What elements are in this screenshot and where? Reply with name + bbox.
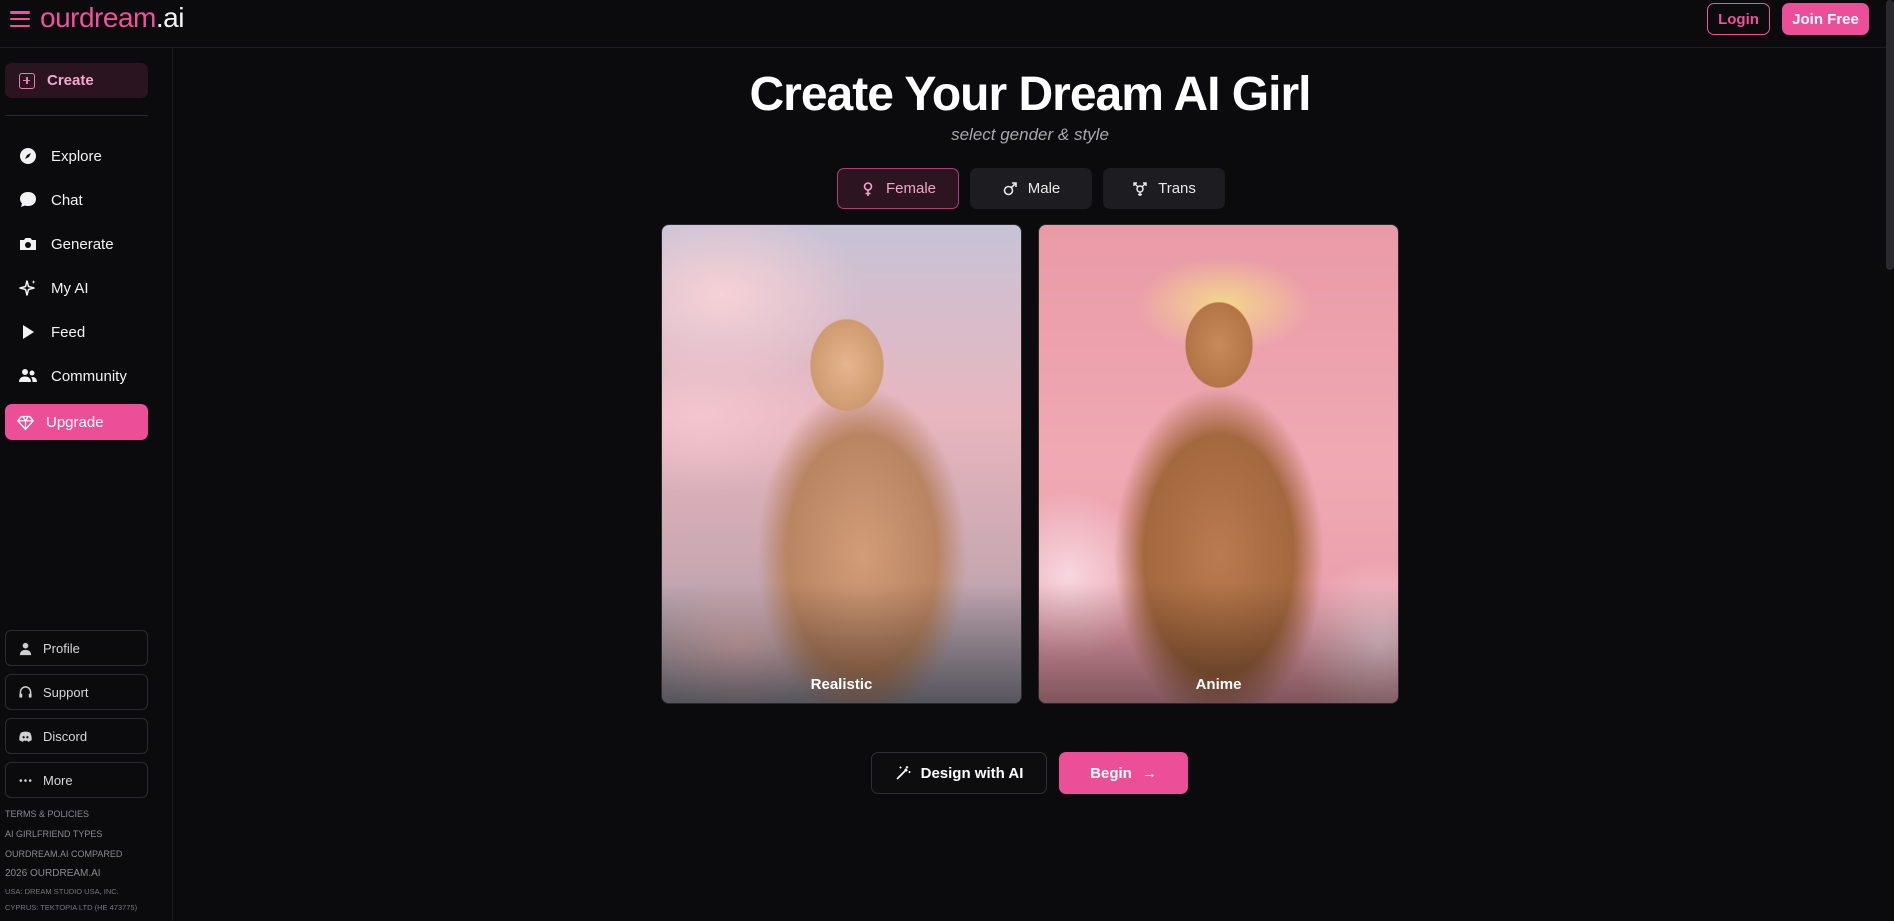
hamburger-menu-icon[interactable] <box>10 11 30 27</box>
brand-logo[interactable]: ourdream.ai <box>40 2 184 34</box>
more-label: More <box>43 772 73 788</box>
users-icon <box>19 369 37 382</box>
page-scrollbar[interactable] <box>1886 0 1894 270</box>
tab-female[interactable]: Female <box>837 168 959 209</box>
sidebar-item-label: Generate <box>51 235 114 253</box>
sidebar-item-explore[interactable]: Explore <box>5 134 148 178</box>
sidebar-item-chat[interactable]: Chat <box>5 178 148 222</box>
compass-icon <box>20 148 36 164</box>
copyright-text: 2026 OURDREAM.AI <box>5 868 101 879</box>
terms-link[interactable]: TERMS & POLICIES <box>5 804 165 824</box>
style-card-anime[interactable]: Anime <box>1038 224 1399 704</box>
more-link[interactable]: More <box>5 762 148 798</box>
sidebar: Create Explore Chat Generate My AI Feed … <box>0 48 173 921</box>
transgender-symbol-icon <box>1133 181 1147 196</box>
sidebar-item-label: Explore <box>51 147 102 165</box>
magic-wand-icon <box>896 766 911 780</box>
ellipsis-icon <box>19 778 32 782</box>
upgrade-button[interactable]: Upgrade <box>5 404 148 440</box>
page-subtitle: select gender & style <box>951 125 1109 144</box>
brand-suffix: .ai <box>155 2 185 33</box>
tab-male[interactable]: Male <box>970 168 1092 209</box>
play-icon <box>23 325 34 339</box>
tab-label: Female <box>885 180 937 197</box>
tab-trans[interactable]: Trans <box>1103 168 1225 209</box>
sidebar-item-feed[interactable]: Feed <box>5 310 148 354</box>
sidebar-item-label: Chat <box>51 191 83 209</box>
begin-button[interactable]: Begin → <box>1059 752 1188 794</box>
headset-icon <box>19 685 32 698</box>
discord-link[interactable]: Discord <box>5 718 148 754</box>
login-button[interactable]: Login <box>1707 3 1770 35</box>
sidebar-item-generate[interactable]: Generate <box>5 222 148 266</box>
legal-footer: TERMS & POLICIES AI GIRLFRIEND TYPES OUR… <box>5 804 165 916</box>
brand-name: ourdream <box>40 2 156 33</box>
sidebar-bottom-links: Profile Support Discord More <box>5 630 148 806</box>
usa-entity-text: USA: DREAM STUDIO USA, INC. <box>5 887 119 896</box>
top-bar: ourdream.ai Login Join Free <box>0 0 1894 48</box>
create-label: Create <box>47 72 94 89</box>
design-with-ai-button[interactable]: Design with AI <box>871 752 1047 794</box>
support-link[interactable]: Support <box>5 674 148 710</box>
discord-icon <box>19 731 32 742</box>
main-content: Create Your Dream AI Girl select gender … <box>174 49 1894 921</box>
camera-icon <box>20 238 36 250</box>
sparkle-icon <box>19 280 36 296</box>
girlfriend-types-link[interactable]: AI GIRLFRIEND TYPES <box>5 824 165 844</box>
profile-label: Profile <box>43 640 80 656</box>
profile-link[interactable]: Profile <box>5 630 148 666</box>
diamond-icon <box>17 415 34 430</box>
arrow-right-icon: → <box>1141 764 1157 782</box>
discord-label: Discord <box>43 728 88 744</box>
chat-bubble-icon <box>20 192 36 207</box>
join-free-button[interactable]: Join Free <box>1782 3 1869 35</box>
user-icon <box>19 642 32 655</box>
sidebar-nav: Explore Chat Generate My AI Feed Communi… <box>5 134 148 398</box>
sidebar-item-label: Feed <box>51 323 86 341</box>
plus-square-icon <box>19 72 35 89</box>
tab-label: Male <box>1027 180 1061 197</box>
sidebar-item-community[interactable]: Community <box>5 354 148 398</box>
action-buttons: Design with AI Begin → <box>871 752 1188 794</box>
create-button[interactable]: Create <box>5 63 148 98</box>
female-symbol-icon <box>863 181 873 196</box>
style-label: Realistic <box>810 676 873 693</box>
gender-selector: Female Male Trans <box>837 168 1225 209</box>
male-symbol-icon <box>1003 181 1017 195</box>
sidebar-item-label: My AI <box>51 279 89 297</box>
design-label: Design with AI <box>920 764 1024 782</box>
upgrade-label: Upgrade <box>46 413 104 431</box>
style-card-realistic[interactable]: Realistic <box>661 224 1022 704</box>
begin-label: Begin <box>1090 764 1132 782</box>
compared-link[interactable]: OURDREAM.AI COMPARED <box>5 844 165 864</box>
sidebar-item-my-ai[interactable]: My AI <box>5 266 148 310</box>
sidebar-item-label: Community <box>51 367 127 385</box>
cyprus-entity-text: CYPRUS: TEKTOPIA LTD (HE 473775) <box>5 903 138 912</box>
support-label: Support <box>43 684 89 700</box>
tab-label: Trans <box>1158 180 1196 197</box>
sidebar-divider <box>5 115 148 116</box>
page-title: Create Your Dream AI Girl <box>749 68 1312 121</box>
style-label: Anime <box>1195 676 1242 693</box>
